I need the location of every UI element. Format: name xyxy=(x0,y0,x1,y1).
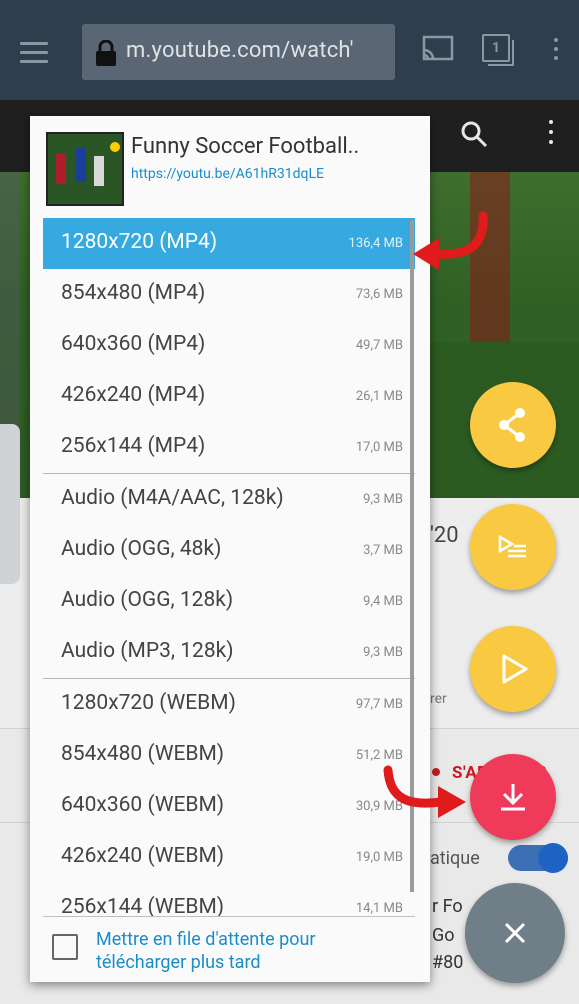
related-video-title[interactable]: #80 xyxy=(432,952,463,973)
format-row[interactable]: 1280x720 (MP4) 136,4 MB xyxy=(43,218,415,269)
download-button[interactable] xyxy=(470,754,556,840)
format-label: 426x240 (MP4) xyxy=(61,383,206,407)
format-size: 9,4 MB xyxy=(363,594,403,609)
format-size: 14,1 MB xyxy=(355,901,403,916)
url-bar[interactable]: m.youtube.com/watch' xyxy=(82,24,395,80)
format-row[interactable]: Audio (MP3, 128k) 9,3 MB xyxy=(43,627,415,678)
close-icon xyxy=(504,922,526,944)
play-button[interactable] xyxy=(470,626,556,712)
format-row[interactable]: Audio (OGG, 48k) 3,7 MB xyxy=(43,525,415,576)
format-label: Audio (MP3, 128k) xyxy=(61,639,234,663)
format-row[interactable]: 426x240 (MP4) 26,1 MB xyxy=(43,371,415,422)
format-label: Audio (OGG, 48k) xyxy=(61,537,222,561)
format-label: 256x144 (MP4) xyxy=(61,434,206,458)
format-label: 1280x720 (WEBM) xyxy=(61,691,236,715)
cast-icon[interactable] xyxy=(420,34,456,66)
format-size: 49,7 MB xyxy=(355,338,403,353)
url-text: m.youtube.com/watch' xyxy=(126,38,354,63)
format-row[interactable]: 256x144 (WEBM) 14,1 MB xyxy=(43,883,415,916)
format-row[interactable]: 854x480 (WEBM) 51,2 MB xyxy=(43,730,415,781)
format-label: Audio (OGG, 128k) xyxy=(61,588,234,612)
format-row[interactable]: 854x480 (MP4) 73,6 MB xyxy=(43,269,415,320)
format-size: 19,0 MB xyxy=(355,850,403,865)
format-size: 73,6 MB xyxy=(355,287,403,302)
queue-checkbox[interactable] xyxy=(52,934,78,960)
hamburger-menu-icon[interactable] xyxy=(16,38,52,64)
format-row[interactable]: Audio (OGG, 128k) 9,4 MB xyxy=(43,576,415,627)
format-size: 26,1 MB xyxy=(355,389,403,404)
dialog-video-url[interactable]: https://youtu.be/A61hR31dqLE xyxy=(131,166,324,182)
format-size: 97,7 MB xyxy=(355,697,403,712)
divider xyxy=(43,916,415,917)
format-label: 426x240 (WEBM) xyxy=(61,844,225,868)
format-label: 1280x720 (MP4) xyxy=(61,230,218,254)
tabs-icon[interactable]: 1 xyxy=(478,30,514,66)
format-row[interactable]: 1280x720 (WEBM) 97,7 MB xyxy=(43,679,415,730)
video-meta-fragment: rer xyxy=(430,691,447,707)
format-row[interactable]: 640x360 (WEBM) 30,9 MB xyxy=(43,781,415,832)
format-label: 640x360 (WEBM) xyxy=(61,793,225,817)
share-icon xyxy=(499,408,525,442)
search-icon[interactable] xyxy=(458,118,490,150)
youtube-overflow-icon[interactable] xyxy=(546,120,556,150)
download-format-dialog: Funny Soccer Football.. https://youtu.be… xyxy=(30,116,430,982)
format-label: 854x480 (WEBM) xyxy=(61,742,225,766)
queue-label-line2: télécharger plus tard xyxy=(96,952,261,973)
format-label: 640x360 (MP4) xyxy=(61,332,206,356)
autoplay-toggle[interactable] xyxy=(508,843,568,873)
format-row[interactable]: 640x360 (MP4) 49,7 MB xyxy=(43,320,415,371)
format-size: 9,3 MB xyxy=(363,492,403,507)
annotation-arrow xyxy=(383,765,466,818)
autoplay-label: atique xyxy=(430,848,480,869)
queue-label[interactable]: Mettre en file d'attente pour télécharge… xyxy=(96,928,396,974)
format-label: Audio (M4A/AAC, 128k) xyxy=(61,486,284,510)
dialog-video-title: Funny Soccer Football.. xyxy=(131,134,360,159)
format-list[interactable]: 1280x720 (MP4) 136,4 MB 854x480 (MP4) 73,6 … xyxy=(43,218,415,916)
format-row[interactable]: 426x240 (WEBM) 19,0 MB xyxy=(43,832,415,883)
format-size: 3,7 MB xyxy=(363,543,403,558)
annotation-arrow xyxy=(413,211,488,270)
download-icon xyxy=(501,784,525,811)
playlist-add-icon xyxy=(498,534,526,558)
format-label: 256x144 (WEBM) xyxy=(61,895,225,916)
format-size: 9,3 MB xyxy=(363,645,403,660)
queue-label-line1: Mettre en file d'attente pour xyxy=(96,929,316,950)
play-icon xyxy=(502,654,528,684)
browser-toolbar: m.youtube.com/watch' 1 xyxy=(0,0,579,100)
lock-icon xyxy=(96,40,116,66)
video-thumbnail xyxy=(46,132,124,206)
format-label: 854x480 (MP4) xyxy=(61,281,206,305)
format-size: 17,0 MB xyxy=(355,440,403,455)
playlist-add-button[interactable] xyxy=(470,504,556,590)
related-video-title[interactable]: r Fo xyxy=(432,896,463,917)
close-button[interactable] xyxy=(465,883,565,983)
share-button[interactable] xyxy=(470,382,556,468)
drawer-handle[interactable] xyxy=(0,424,20,584)
format-size: 136,4 MB xyxy=(348,236,403,251)
related-video-title[interactable]: Go xyxy=(432,925,455,946)
video-title-fragment: '20 xyxy=(430,523,459,548)
format-row[interactable]: Audio (M4A/AAC, 128k) 9,3 MB xyxy=(43,474,415,525)
format-row[interactable]: 256x144 (MP4) 17,0 MB xyxy=(43,422,415,473)
browser-overflow-icon[interactable] xyxy=(554,38,562,66)
